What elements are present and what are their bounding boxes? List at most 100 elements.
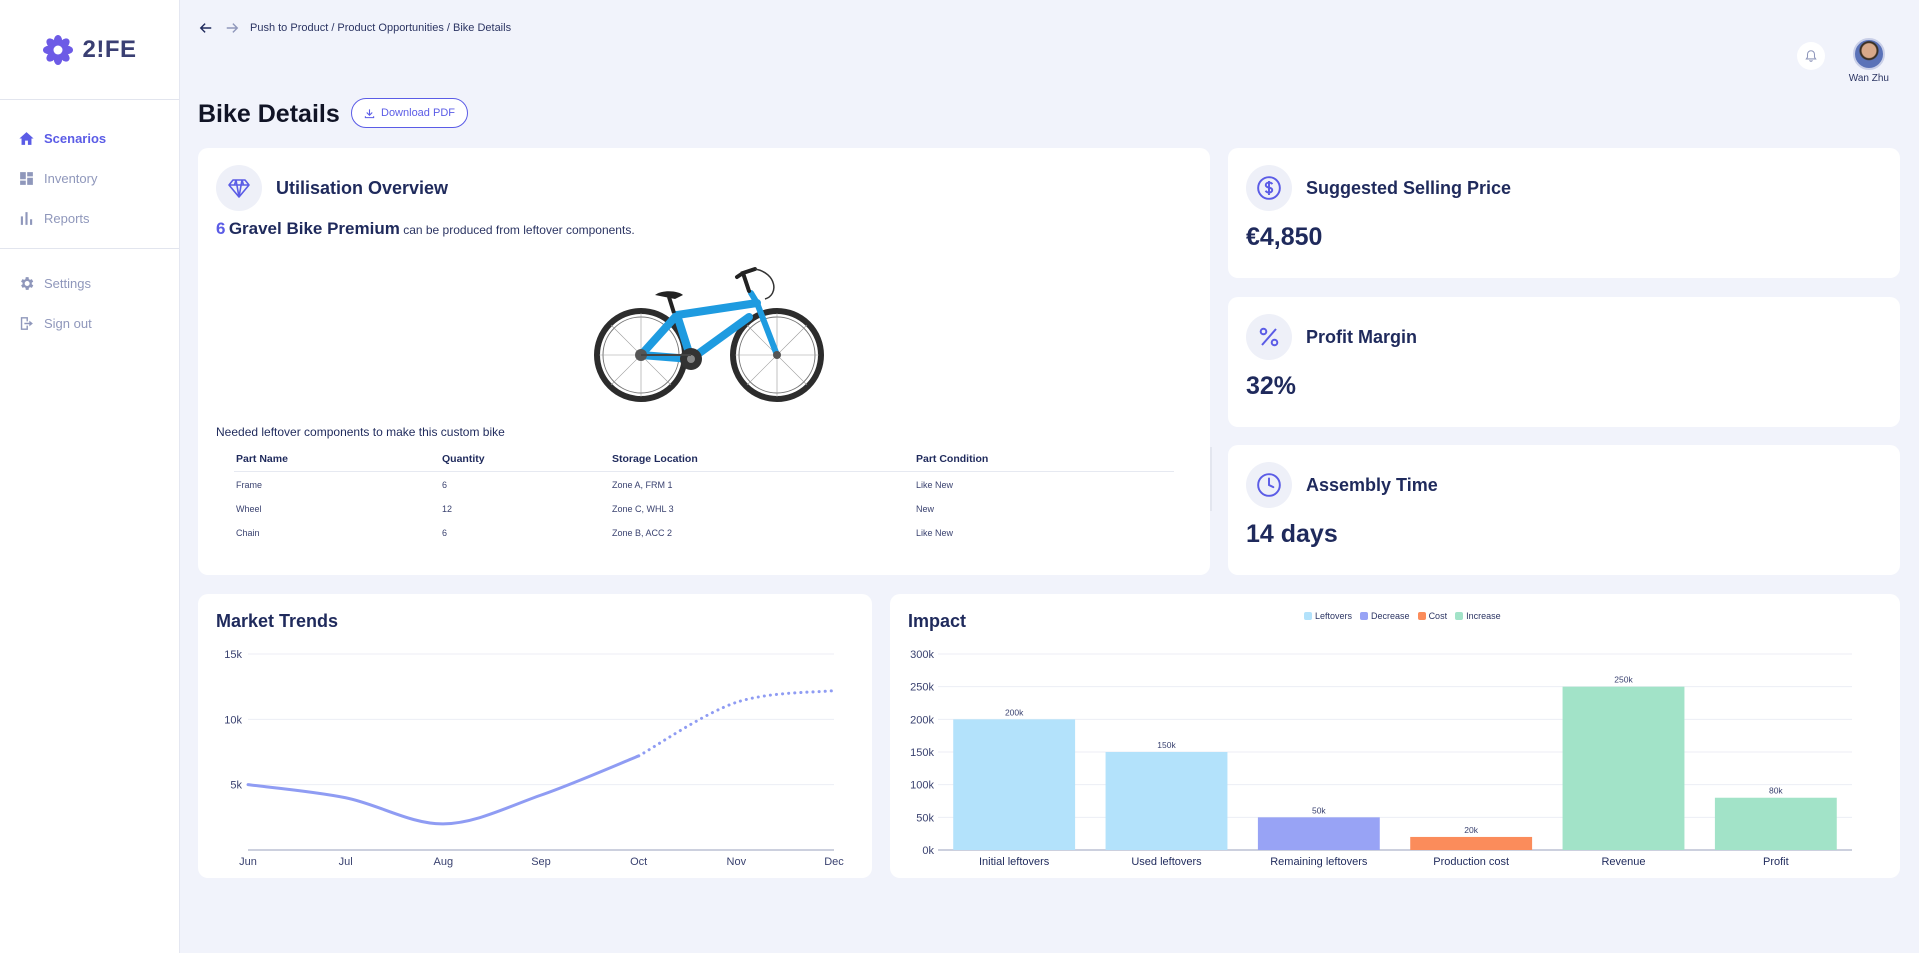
x-tick-label: Dec xyxy=(824,856,844,868)
x-tick-label: Remaining leftovers xyxy=(1270,856,1368,868)
legend-label: Decrease xyxy=(1371,611,1410,621)
sidebar-item-settings[interactable]: Settings xyxy=(0,263,179,303)
x-tick-label: Oct xyxy=(630,856,647,868)
utilisation-overview-card: Utilisation Overview 6 Gravel Bike Premi… xyxy=(198,148,1212,575)
clock-icon xyxy=(1246,462,1292,508)
back-arrow-icon[interactable] xyxy=(198,20,214,36)
percent-icon xyxy=(1246,314,1292,360)
column-header[interactable]: Storage Location xyxy=(610,453,914,472)
sidebar-item-label: Sign out xyxy=(44,315,92,331)
legend-label: Leftovers xyxy=(1315,611,1353,621)
market-trends-card: Market Trends 5k 10k 15k Jun Jul Aug Sep Oct Nov… xyxy=(198,594,872,878)
forward-arrow-icon[interactable] xyxy=(224,20,240,36)
diamond-icon xyxy=(216,165,262,211)
table-row[interactable]: Frame 6 Zone A, FRM 1 Like New xyxy=(234,472,1174,497)
sidebar-item-reports[interactable]: Reports xyxy=(0,198,179,238)
legend-swatch xyxy=(1455,612,1464,620)
table-cell: 6 xyxy=(442,528,448,538)
legend-item[interactable]: Decrease xyxy=(1360,611,1410,621)
table-cell: Zone C, WHL 3 xyxy=(612,504,674,514)
table-cell: 12 xyxy=(442,504,453,514)
utilisation-summary: 6 Gravel Bike Premium can be produced fr… xyxy=(216,219,1192,239)
bike-image xyxy=(216,255,1192,405)
table-cell: Wheel xyxy=(236,504,262,514)
dashboard-icon xyxy=(20,171,33,185)
y-tick-label: 100k xyxy=(910,780,934,792)
y-tick-label: 10k xyxy=(224,714,242,726)
impact-bar xyxy=(1714,797,1837,850)
assembly-time-card: Assembly Time 14 days xyxy=(1228,445,1900,575)
sidebar-nav: Scenarios Inventory Reports Settings Sig… xyxy=(0,100,179,343)
legend-item[interactable]: Increase xyxy=(1455,611,1501,621)
table-cell: 6 xyxy=(442,480,448,490)
table-cell: Like New xyxy=(916,480,954,490)
market-trends-title: Market Trends xyxy=(216,611,339,631)
x-tick-label: Aug xyxy=(434,856,454,868)
selling-price-title: Suggested Selling Price xyxy=(1306,177,1512,198)
sidebar-item-inventory[interactable]: Inventory xyxy=(0,158,179,198)
sidebar-item-sign-out[interactable]: Sign out xyxy=(0,303,179,343)
column-header[interactable]: Quantity xyxy=(440,453,610,472)
utilisation-count: 6 xyxy=(216,219,226,238)
impact-card: Impact Leftovers Decrease Cost Increase 0k 5… xyxy=(890,594,1900,878)
selling-price-card: Suggested Selling Price €4,850 xyxy=(1228,148,1900,278)
impact-chart: 0k 50k 100k 150k 200k 250k 300k 200k Initial lef… xyxy=(910,649,1852,868)
y-tick-label: 5k xyxy=(230,780,242,792)
y-tick-label: 250k xyxy=(910,682,934,694)
y-tick-label: 50k xyxy=(916,812,934,824)
logo[interactable]: 2!FE xyxy=(0,0,179,100)
legend-item[interactable]: Cost xyxy=(1417,611,1448,621)
y-tick-label: 150k xyxy=(910,747,934,759)
x-tick-label: Production cost xyxy=(1433,856,1509,868)
gear-icon xyxy=(21,276,34,290)
avatar[interactable] xyxy=(1852,38,1885,70)
user-menu[interactable]: Wan Zhu xyxy=(1849,38,1889,84)
legend-swatch xyxy=(1360,612,1369,620)
dollar-icon xyxy=(1246,165,1292,211)
x-tick-label: Profit xyxy=(1763,856,1789,868)
download-icon xyxy=(364,108,375,118)
bar-value-label: 150k xyxy=(1157,740,1176,750)
x-tick-label: Nov xyxy=(727,856,747,868)
profit-margin-card: Profit Margin 32% xyxy=(1228,297,1900,427)
legend-label: Cost xyxy=(1428,611,1448,621)
sidebar-item-label: Inventory xyxy=(44,170,98,186)
table-header-row: Part Name Quantity Storage Location Part… xyxy=(234,453,1174,472)
sign-out-icon xyxy=(20,316,33,330)
y-tick-label: 0k xyxy=(922,845,934,857)
x-tick-label: Jun xyxy=(239,856,257,868)
user-name: Wan Zhu xyxy=(1848,73,1889,84)
assembly-time-value: 14 days xyxy=(1246,520,1338,548)
x-tick-label: Jul xyxy=(339,856,353,868)
column-header[interactable]: Part Condition xyxy=(914,453,1174,472)
trend-line-forecast xyxy=(637,689,836,758)
breadcrumb-text[interactable]: Push to Product / Product Opportunities … xyxy=(250,22,511,34)
components-table: Part Name Quantity Storage Location Part… xyxy=(234,453,1174,544)
legend-swatch xyxy=(1417,612,1426,620)
table-row[interactable]: Chain 6 Zone B, ACC 2 Like New xyxy=(234,520,1174,544)
table-cell: Zone B, ACC 2 xyxy=(612,528,673,538)
components-table-container[interactable]: Part Name Quantity Storage Location Part… xyxy=(234,447,1212,544)
column-header[interactable]: Part Name xyxy=(234,453,440,472)
impact-legend: Leftovers Decrease Cost Increase xyxy=(1304,611,1501,621)
notification-bell-icon[interactable] xyxy=(1796,42,1825,70)
legend-swatch xyxy=(1304,612,1312,620)
legend-label: Increase xyxy=(1466,611,1501,621)
legend-item[interactable]: Leftovers xyxy=(1304,611,1352,621)
assembly-time-title: Assembly Time xyxy=(1306,474,1438,495)
y-tick-label: 15k xyxy=(224,649,242,661)
sidebar-item-scenarios[interactable]: Scenarios xyxy=(0,118,179,158)
bar-chart-icon xyxy=(20,211,33,225)
bar-value-label: 20k xyxy=(1464,825,1478,835)
bar-value-label: 50k xyxy=(1312,805,1326,815)
impact-bar xyxy=(953,719,1076,850)
top-right-bar: Wan Zhu xyxy=(1796,38,1889,84)
download-pdf-button[interactable]: Download PDF xyxy=(351,98,468,128)
table-cell: Zone A, FRM 1 xyxy=(612,480,673,490)
utilisation-product-name: Gravel Bike Premium xyxy=(228,219,400,238)
x-tick-label: Sep xyxy=(531,856,551,868)
table-row[interactable]: Wheel 12 Zone C, WHL 3 New xyxy=(234,496,1174,520)
sidebar-item-label: Settings xyxy=(44,275,91,291)
sidebar-divider xyxy=(0,248,179,249)
page-title: Bike Details xyxy=(198,100,340,128)
